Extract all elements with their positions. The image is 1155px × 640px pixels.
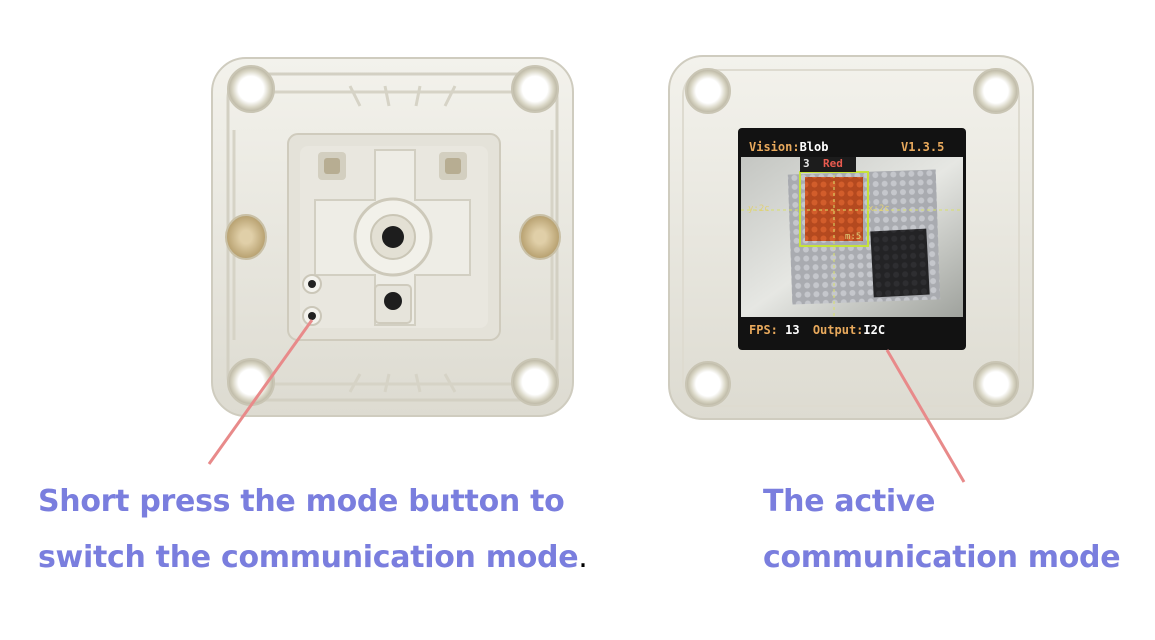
caption-left-line1: Short press the mode button to [38,484,565,519]
lcd-vision-line: Vision:Blob [749,140,828,154]
lcd-output-label: Output: [812,323,864,337]
caption-left-period: . [578,540,588,575]
lcd-fps-label: FPS: [749,323,778,337]
lcd-marker-left: y:2c [748,204,770,214]
lcd-detect-count: 3 [803,157,810,170]
black-block [870,228,930,298]
lcd-detect-color: Red [823,157,843,170]
caption-left-line2-wrap: switch the communication mode. [38,530,588,586]
mount-hole-icon [685,68,731,114]
lcd-output-value: I2C [863,323,886,337]
lcd-marker-right: x:2c [868,204,890,214]
side-hole-icon [225,214,267,260]
lcd-fps-value: 13 [785,323,800,337]
caption-right-line2: communication mode [763,540,1121,575]
mount-hole-icon [973,361,1019,407]
side-hole-icon [519,214,561,260]
mount-hole-icon [685,361,731,407]
lcd-vision-label: Vision: [749,140,800,154]
lcd-status-line: FPS: 13 Output:I2C [749,323,885,337]
reset-button-icon [384,292,402,310]
lcd-marker-bottom: m:5 [845,232,862,242]
module-back [211,57,574,417]
mount-hole-icon [511,358,559,406]
caption-right-line1: The active [763,484,936,519]
caption-left-line2: switch the communication mode [38,540,579,575]
mount-hole-icon [511,65,559,113]
mount-hole-icon [973,68,1019,114]
mount-hole-icon [227,65,275,113]
caption-right: The active communication mode [763,474,1121,586]
lcd-vision-value: Blob [799,140,829,154]
caption-left: Short press the mode button to switch th… [38,474,588,586]
lens-hole-icon [382,226,404,248]
lcd-version: V1.3.5 [901,140,945,154]
